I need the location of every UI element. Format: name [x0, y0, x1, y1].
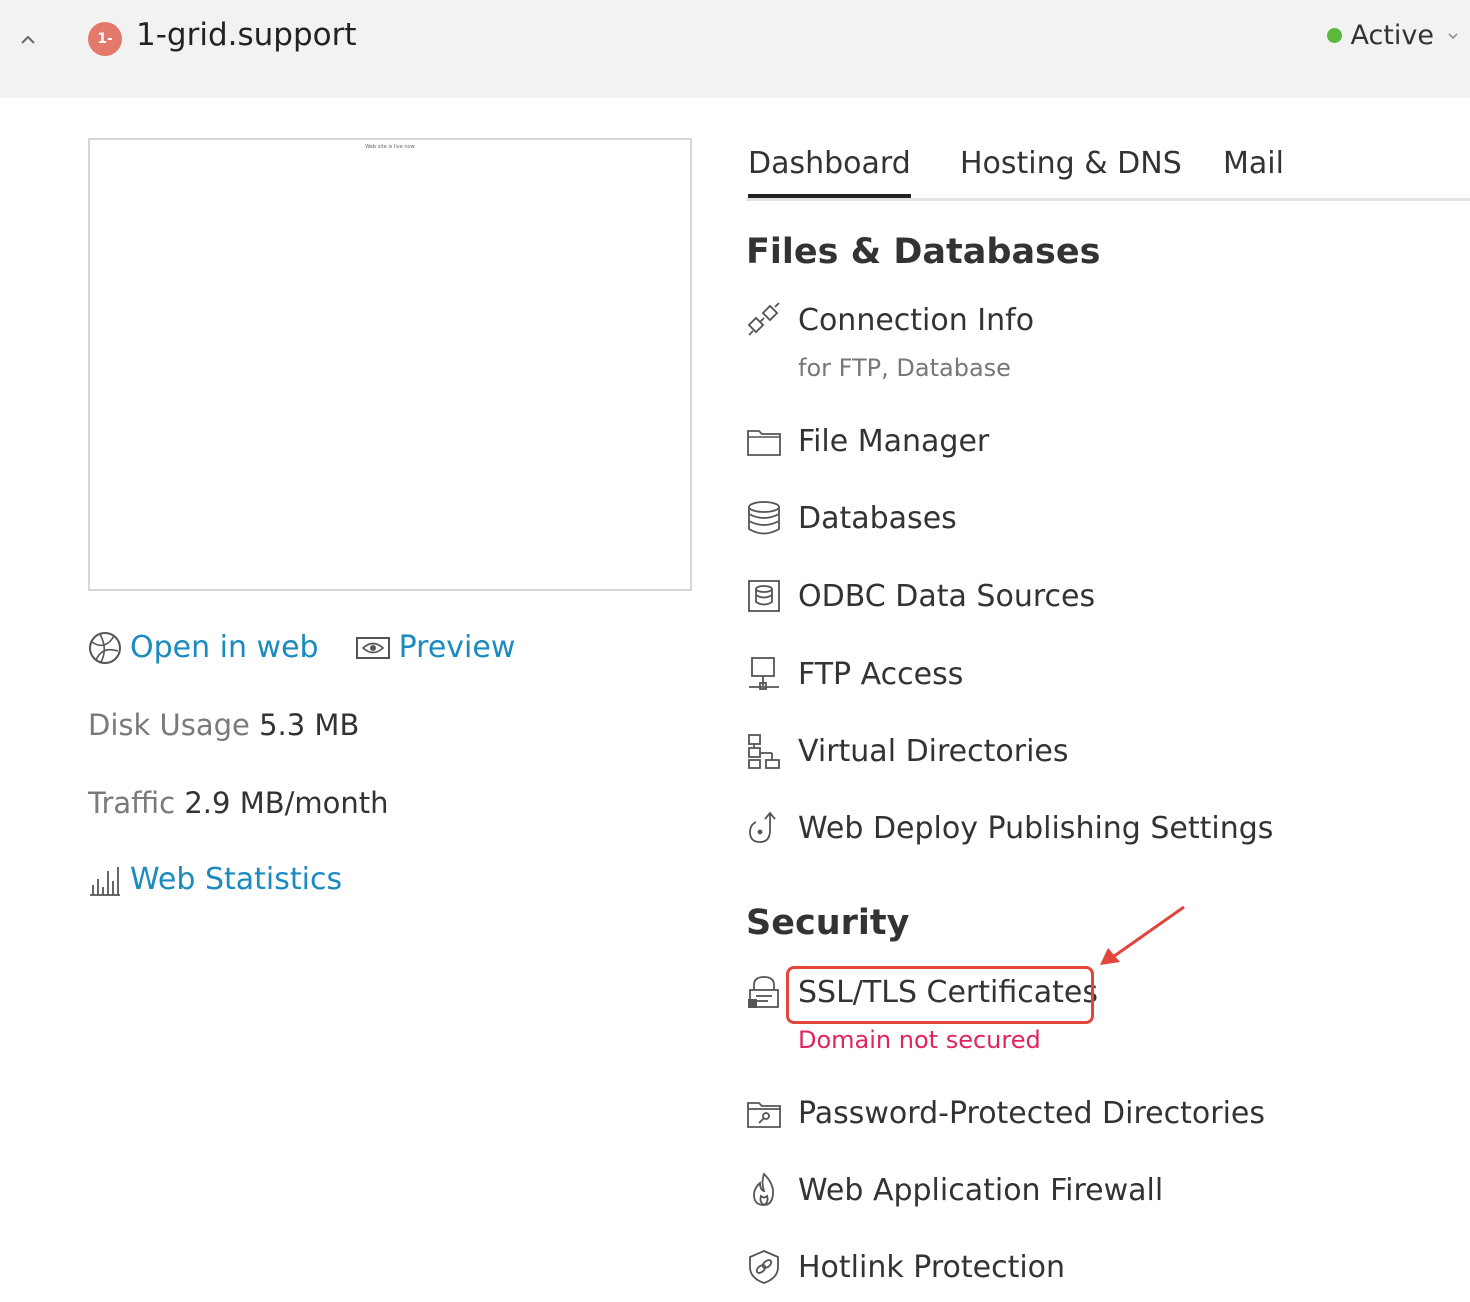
traffic-label: Traffic — [88, 786, 176, 820]
file-manager-item[interactable]: File Manager — [746, 423, 989, 459]
connection-info-item[interactable]: Connection Info — [746, 302, 1034, 338]
tab-mail[interactable]: Mail — [1223, 146, 1284, 181]
bar-chart-icon — [90, 866, 120, 896]
web-statistics-link[interactable]: Web Statistics — [88, 862, 342, 897]
disk-usage-value: 5.3 MB — [259, 708, 360, 742]
traffic-value: 2.9 MB/month — [184, 786, 389, 820]
ftp-access-label: FTP Access — [798, 656, 964, 692]
preview-label: Preview — [398, 630, 516, 665]
eye-icon — [355, 636, 390, 659]
open-in-web-label: Open in web — [130, 630, 319, 665]
ftp-access-item[interactable]: FTP Access — [746, 656, 963, 692]
firewall-icon — [753, 1172, 774, 1206]
tab-hosting-dns[interactable]: Hosting & DNS — [960, 146, 1182, 181]
web-deploy-icon — [749, 811, 776, 843]
hotlink-shield-icon — [749, 1250, 779, 1284]
site-preview-thumbnail[interactable]: Web site is live now — [88, 138, 692, 591]
globe-icon — [89, 631, 121, 664]
plug-icon — [747, 302, 780, 336]
security-title: Security — [746, 903, 910, 943]
files-databases-title: Files & Databases — [746, 232, 1101, 272]
database-icon — [748, 501, 780, 535]
status-dot-icon — [1327, 28, 1343, 43]
domain-tabs: Dashboard Hosting & DNS Mail — [746, 140, 1470, 201]
preview-link[interactable]: Preview — [355, 630, 516, 665]
preview-caption: Web site is live now — [365, 144, 415, 150]
virtual-directories-item[interactable]: Virtual Directories — [746, 733, 1069, 769]
connection-info-subtitle: for FTP, Database — [798, 354, 1011, 382]
domain-name[interactable]: 1-grid.support — [136, 17, 357, 53]
odbc-data-sources-item[interactable]: ODBC Data Sources — [746, 578, 1095, 614]
password-protected-directories-label: Password-Protected Directories — [798, 1095, 1265, 1131]
disk-usage: Disk Usage 5.3 MB — [88, 708, 359, 742]
databases-label: Databases — [798, 500, 957, 536]
web-application-firewall-label: Web Application Firewall — [798, 1172, 1164, 1208]
databases-item[interactable]: Databases — [746, 500, 957, 536]
virtual-directories-label: Virtual Directories — [798, 733, 1069, 769]
web-deploy-label: Web Deploy Publishing Settings — [798, 810, 1274, 846]
hotlink-protection-item[interactable]: Hotlink Protection — [746, 1249, 1065, 1285]
protected-folder-icon — [747, 1102, 781, 1128]
domain-header: 1- 1-grid.support Active — [0, 0, 1470, 98]
ftp-icon — [749, 657, 779, 690]
certificate-icon — [748, 976, 779, 1008]
connection-info-label: Connection Info — [798, 302, 1035, 338]
tab-dashboard[interactable]: Dashboard — [748, 146, 911, 198]
status-label: Active — [1350, 20, 1434, 51]
web-deploy-item[interactable]: Web Deploy Publishing Settings — [746, 810, 1273, 846]
traffic: Traffic 2.9 MB/month — [88, 786, 389, 820]
ssl-highlight-annotation — [786, 966, 1094, 1024]
odbc-icon — [748, 580, 780, 612]
web-application-firewall-item[interactable]: Web Application Firewall — [746, 1172, 1163, 1208]
chevron-down-icon — [1448, 32, 1458, 39]
hotlink-protection-label: Hotlink Protection — [798, 1249, 1066, 1285]
status-dropdown[interactable]: Active — [1327, 20, 1460, 51]
disk-usage-label: Disk Usage — [88, 708, 250, 742]
virtual-directories-icon — [748, 734, 780, 769]
odbc-data-sources-label: ODBC Data Sources — [798, 578, 1096, 614]
site-actions: Open in web Preview — [88, 630, 515, 665]
folder-icon — [747, 430, 781, 456]
chevron-up-icon[interactable] — [16, 28, 40, 52]
ssl-status-warning: Domain not secured — [798, 1026, 1041, 1054]
password-protected-directories-item[interactable]: Password-Protected Directories — [746, 1095, 1265, 1131]
web-statistics-label: Web Statistics — [130, 862, 343, 897]
annotation-arrow-icon — [1100, 905, 1185, 965]
domain-badge-icon: 1- — [88, 22, 122, 56]
open-in-web-link[interactable]: Open in web — [88, 630, 319, 665]
file-manager-label: File Manager — [798, 423, 990, 459]
